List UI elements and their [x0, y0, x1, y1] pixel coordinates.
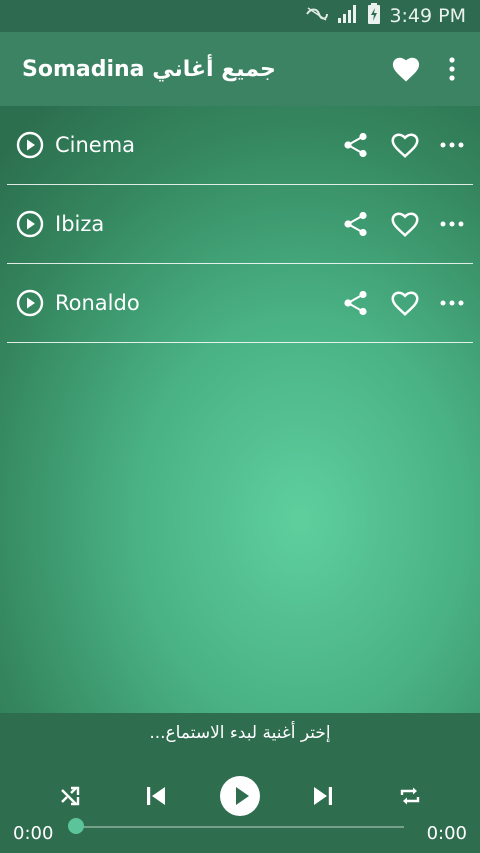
play-circle-icon[interactable]: [16, 289, 44, 317]
play-circle-icon[interactable]: [16, 131, 44, 159]
share-icon[interactable]: [342, 289, 370, 317]
favorites-heart-icon[interactable]: [386, 49, 426, 89]
song-title: Ibiza: [55, 212, 105, 236]
status-time: 3:49 PM: [389, 5, 466, 27]
list-item[interactable]: Ronaldo: [7, 264, 473, 343]
total-time: 0:00: [426, 823, 467, 844]
favorite-outline-icon[interactable]: [390, 210, 420, 238]
elapsed-time: 0:00: [13, 823, 54, 844]
seek-bar-thumb[interactable]: [68, 818, 84, 834]
favorite-outline-icon[interactable]: [390, 289, 420, 317]
more-options-icon[interactable]: [440, 221, 464, 227]
page-title: Somadina جميع أغاني: [22, 56, 276, 82]
app-bar: Somadina جميع أغاني: [0, 32, 480, 106]
song-title: Cinema: [55, 133, 136, 157]
seek-bar-track[interactable]: [76, 826, 404, 828]
play-button[interactable]: [215, 763, 265, 829]
player-hint: إختر أغنية لبدء الاستماع...: [149, 723, 331, 743]
battery-charging-icon: [367, 2, 381, 30]
list-item[interactable]: Ibiza: [7, 185, 473, 264]
status-bar: 3:49 PM: [0, 0, 480, 32]
song-list: Cinema Ibiza Ronaldo: [0, 106, 480, 343]
data-saver-icon: [305, 5, 329, 27]
previous-icon[interactable]: [131, 763, 181, 829]
favorite-outline-icon[interactable]: [390, 131, 420, 159]
list-item[interactable]: Cinema: [7, 106, 473, 185]
play-circle-icon[interactable]: [16, 210, 44, 238]
signal-icon: [337, 4, 359, 29]
share-icon[interactable]: [342, 210, 370, 238]
overflow-menu-icon[interactable]: [442, 49, 462, 89]
song-title: Ronaldo: [55, 291, 140, 315]
repeat-icon[interactable]: [385, 763, 435, 829]
more-options-icon[interactable]: [440, 142, 464, 148]
share-icon[interactable]: [342, 131, 370, 159]
next-icon[interactable]: [298, 763, 348, 829]
more-options-icon[interactable]: [440, 300, 464, 306]
